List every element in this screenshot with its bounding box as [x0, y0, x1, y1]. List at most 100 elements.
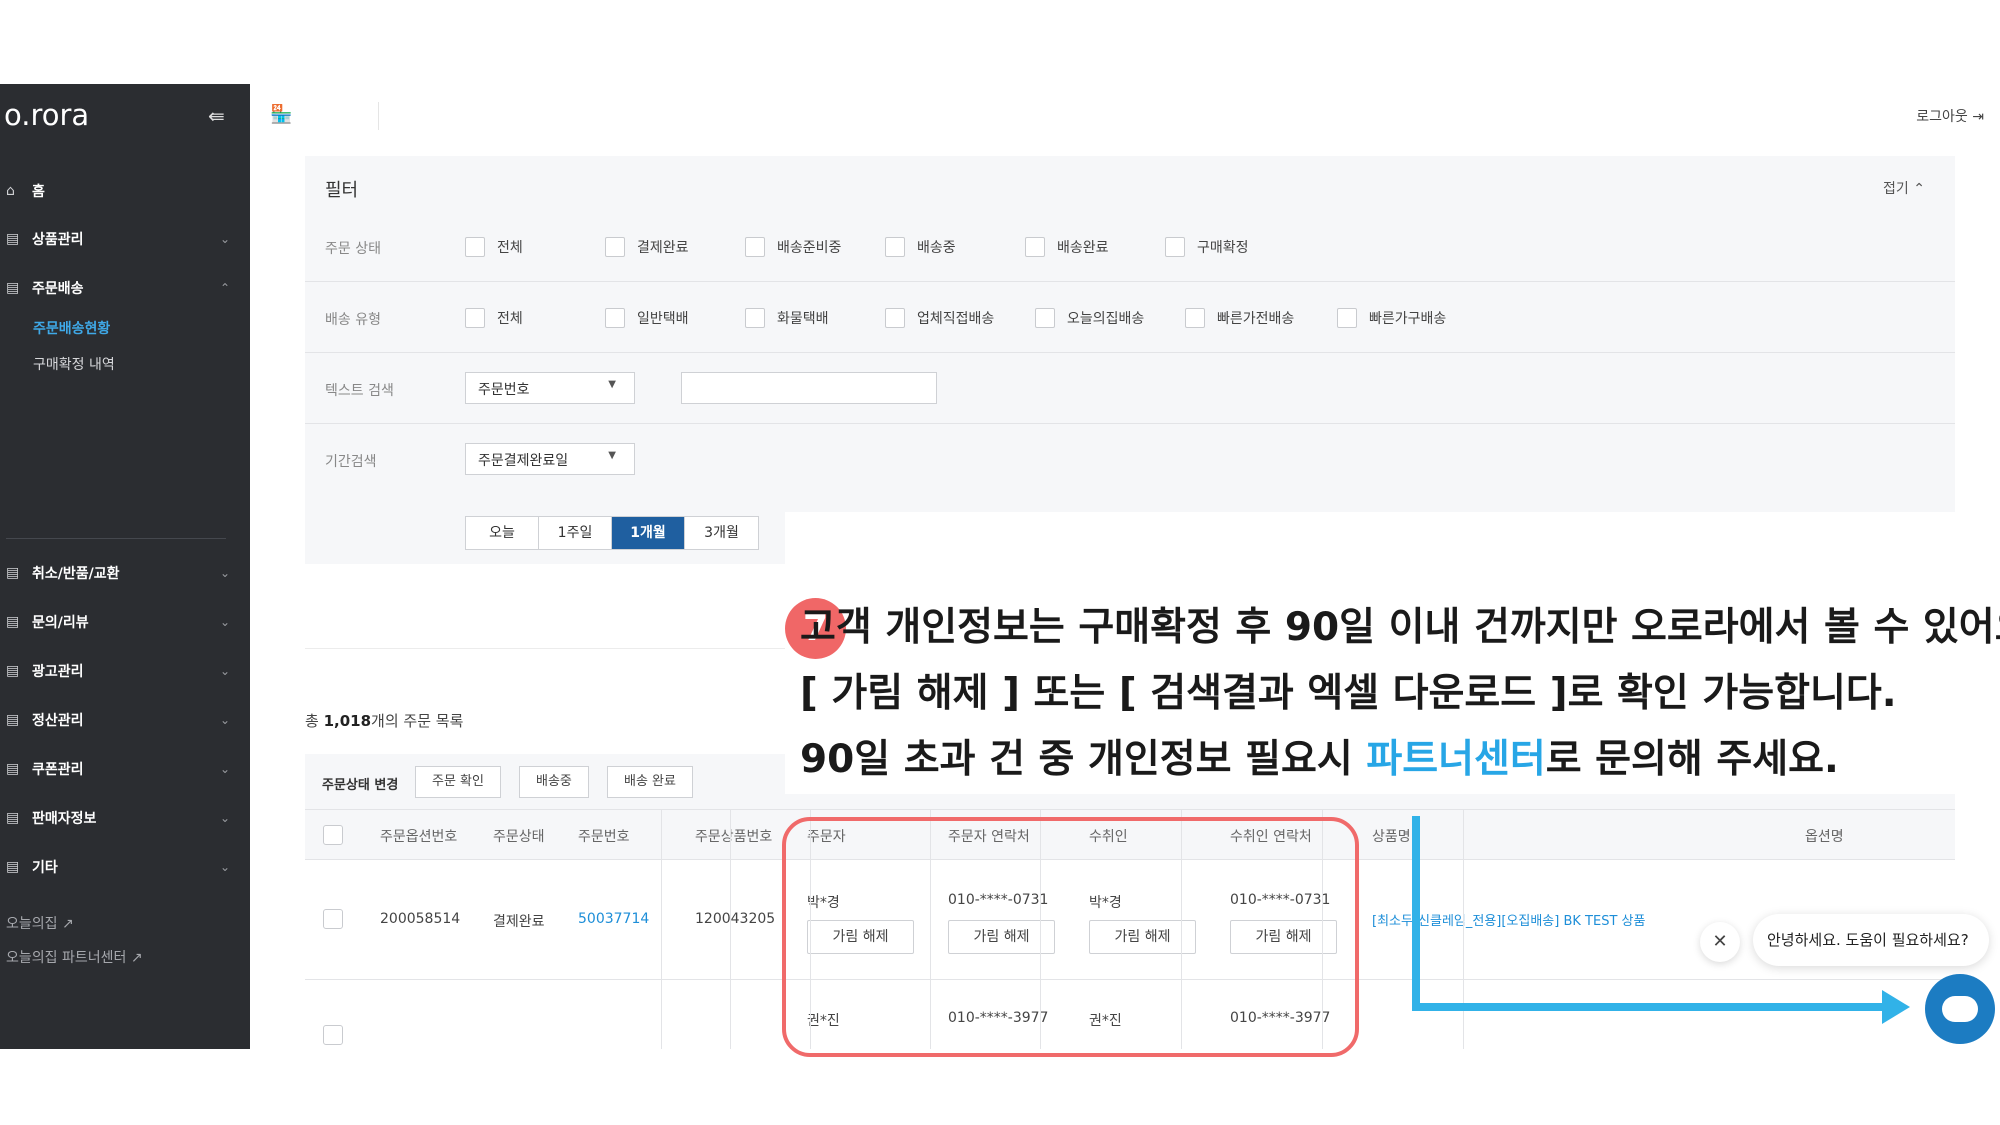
checkbox-label: 전체 — [497, 311, 523, 327]
sidebar-item-label: 문의/리뷰 — [32, 615, 89, 631]
sidebar-subitem-purchase-confirmed[interactable]: 구매확정 내역 — [33, 354, 115, 374]
status-checkbox-paid[interactable]: 결제완료 — [605, 237, 689, 257]
th-order-no: 주문번호 — [578, 829, 630, 845]
sidebar-item-settlement[interactable]: ▤ 정산관리 ⌄ — [6, 705, 230, 735]
ship-checkbox-fast-appliance[interactable]: 빠른가전배송 — [1185, 308, 1294, 328]
arrow-line — [1412, 1003, 1890, 1011]
ship-checkbox-freight[interactable]: 화물택배 — [745, 308, 829, 328]
row-checkbox[interactable] — [323, 909, 343, 929]
chat-launcher-button[interactable] — [1925, 974, 1995, 1044]
checkbox-label: 화물택배 — [777, 311, 829, 327]
checkbox[interactable] — [745, 237, 765, 257]
checkbox[interactable] — [1165, 237, 1185, 257]
sidebar-item-label: 홈 — [32, 184, 45, 200]
sidebar-item-seller-info[interactable]: ▤ 판매자정보 ⌄ — [6, 803, 230, 833]
checkbox[interactable] — [1337, 308, 1357, 328]
status-checkbox-confirmed[interactable]: 구매확정 — [1165, 237, 1249, 257]
total-count: 총 1,018개의 주문 목록 — [305, 710, 463, 731]
filter-panel: 필터 접기 ⌃ 주문 상태 전체 결제완료 배송준비중 배송중 배송완료 구매확… — [305, 156, 1955, 564]
checkbox-label: 빠른가구배송 — [1369, 311, 1447, 327]
checkbox[interactable] — [885, 237, 905, 257]
filter-title: 필터 — [325, 180, 359, 201]
status-checkbox-all[interactable]: 전체 — [465, 237, 523, 257]
checkbox[interactable] — [1025, 237, 1045, 257]
period-label: 기간검색 — [325, 454, 377, 470]
row-checkbox[interactable] — [323, 1025, 343, 1045]
checkbox[interactable] — [605, 308, 625, 328]
sidebar-item-coupons[interactable]: ▤ 쿠폰관리 ⌄ — [6, 754, 230, 784]
range-3months[interactable]: 3개월 — [685, 517, 758, 549]
fold-button[interactable]: 접기 ⌃ — [1883, 178, 1925, 198]
checkbox-label: 배송중 — [917, 240, 956, 256]
period-row: 기간검색 주문결제완료일 ▼ — [305, 425, 1955, 495]
chevron-down-icon: ⌄ — [219, 664, 230, 678]
order-status-row: 주문 상태 전체 결제완료 배송준비중 배송중 배송완료 구매확정 — [305, 212, 1955, 282]
sidebar-item-label: 쿠폰관리 — [32, 762, 84, 778]
order-status-label: 주문 상태 — [325, 241, 381, 257]
confirm-order-button[interactable]: 주문 확인 — [415, 766, 501, 798]
range-1week[interactable]: 1주일 — [539, 517, 612, 549]
sidebar-item-label: 기타 — [32, 860, 58, 876]
sidebar-item-label: 상품관리 — [32, 232, 84, 248]
period-field-select[interactable]: 주문결제완료일 ▼ — [465, 443, 635, 475]
chat-greeting-bubble[interactable]: 안녕하세요. 도움이 필요하세요? — [1753, 914, 1989, 966]
sidebar-item-label: 취소/반품/교환 — [32, 566, 120, 582]
ship-checkbox-fast-furniture[interactable]: 빠른가구배송 — [1337, 308, 1446, 328]
checkbox[interactable] — [1185, 308, 1205, 328]
status-checkbox-shipping[interactable]: 배송중 — [885, 237, 956, 257]
document-icon: ▤ — [6, 663, 20, 679]
partner-center-link[interactable]: 오늘의집 파트너센터 ↗ — [6, 947, 143, 967]
chevron-down-icon: ⌄ — [219, 713, 230, 727]
total-number: 1,018 — [323, 712, 372, 730]
ship-type-label: 배송 유형 — [325, 312, 381, 328]
sidebar: o.rora ⇚ ⌂ 홈 ▤ 상품관리 ⌄ ▤ 주문배송 ⌃ 주문배송현황 구매… — [0, 84, 250, 1049]
text-search-row: 텍스트 검색 주문번호 ▼ — [305, 354, 1955, 424]
search-field-select[interactable]: 주문번호 ▼ — [465, 372, 635, 404]
sidebar-item-products[interactable]: ▤ 상품관리 ⌄ — [6, 224, 230, 254]
checkbox[interactable] — [885, 308, 905, 328]
range-today[interactable]: 오늘 — [466, 517, 539, 549]
checkbox-label: 결제완료 — [637, 240, 689, 256]
ship-checkbox-ohouse[interactable]: 오늘의집배송 — [1035, 308, 1144, 328]
sidebar-item-inquiry-review[interactable]: ▤ 문의/리뷰 ⌄ — [6, 607, 230, 637]
total-suffix: 개의 주문 목록 — [371, 712, 464, 730]
status-checkbox-preparing[interactable]: 배송준비중 — [745, 237, 841, 257]
document-icon: ▤ — [6, 231, 20, 247]
sidebar-item-etc[interactable]: ▤ 기타 ⌄ — [6, 852, 230, 882]
close-icon[interactable]: ✕ — [1700, 922, 1740, 962]
sidebar-item-ads[interactable]: ▤ 광고관리 ⌄ — [6, 656, 230, 686]
sidebar-item-cancel-return[interactable]: ▤ 취소/반품/교환 ⌄ — [6, 558, 230, 588]
partner-center-highlight: 파트너센터 — [1366, 737, 1546, 782]
chevron-down-icon: ⌄ — [219, 615, 230, 629]
document-icon: ▤ — [6, 761, 20, 777]
sidebar-item-home[interactable]: ⌂ 홈 — [6, 176, 230, 206]
checkbox[interactable] — [465, 308, 485, 328]
th-status: 주문상태 — [493, 829, 545, 845]
store-icon[interactable]: 🏪 — [270, 104, 292, 125]
sidebar-item-orders[interactable]: ▤ 주문배송 ⌃ — [6, 273, 230, 303]
ship-checkbox-direct[interactable]: 업체직접배송 — [885, 308, 994, 328]
checkbox-label: 전체 — [497, 240, 523, 256]
collapse-sidebar-icon[interactable]: ⇚ — [208, 104, 225, 128]
arrow-head-icon — [1882, 990, 1910, 1024]
th-product-no: 주문상품번호 — [695, 829, 773, 845]
sidebar-subitem-order-status[interactable]: 주문배송현황 — [33, 318, 110, 338]
chevron-up-icon: ⌃ — [219, 281, 230, 295]
logout-button[interactable]: 로그아웃 ⇥ — [1916, 106, 1984, 126]
mark-delivered-button[interactable]: 배송 완료 — [607, 766, 693, 798]
cell-order-no-link[interactable]: 50037714 — [578, 911, 649, 927]
ship-checkbox-parcel[interactable]: 일반택배 — [605, 308, 689, 328]
checkbox[interactable] — [465, 237, 485, 257]
ohouse-link[interactable]: 오늘의집 ↗ — [6, 913, 74, 933]
checkbox[interactable] — [745, 308, 765, 328]
checkbox[interactable] — [1035, 308, 1055, 328]
document-icon: ▤ — [6, 565, 20, 581]
range-1month[interactable]: 1개월 — [612, 517, 685, 549]
mark-shipping-button[interactable]: 배송중 — [519, 766, 589, 798]
th-product-name: 상품명 — [1372, 829, 1411, 845]
select-all-checkbox[interactable] — [323, 825, 343, 845]
search-input[interactable] — [681, 372, 937, 404]
ship-checkbox-all[interactable]: 전체 — [465, 308, 523, 328]
checkbox[interactable] — [605, 237, 625, 257]
status-checkbox-delivered[interactable]: 배송완료 — [1025, 237, 1109, 257]
